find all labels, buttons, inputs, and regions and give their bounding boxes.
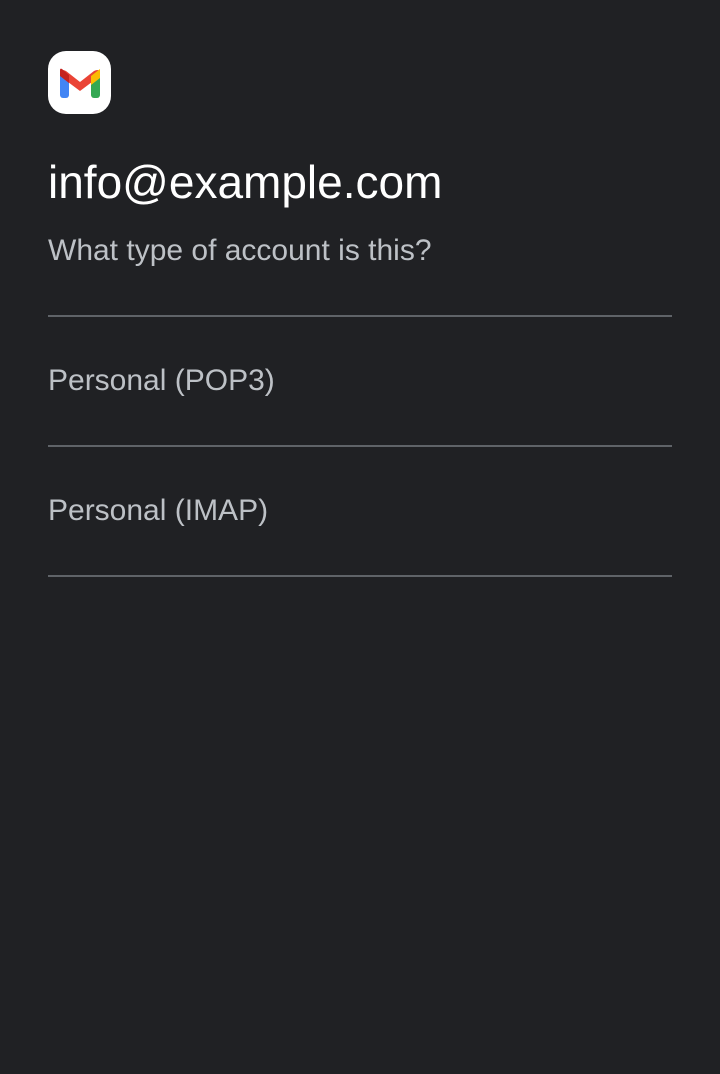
account-type-list: Personal (POP3) Personal (IMAP)	[48, 315, 672, 577]
gmail-logo-icon	[48, 51, 111, 114]
account-type-question: What type of account is this?	[48, 234, 432, 267]
gmail-m-glyph	[59, 68, 100, 98]
divider	[48, 575, 672, 577]
account-setup-screen: info@example.com What type of account is…	[0, 0, 720, 1074]
account-type-option-pop3[interactable]: Personal (POP3)	[48, 317, 672, 445]
account-email: info@example.com	[48, 156, 443, 208]
option-label: Personal (IMAP)	[48, 494, 269, 527]
option-label: Personal (POP3)	[48, 364, 275, 397]
account-type-option-imap[interactable]: Personal (IMAP)	[48, 447, 672, 575]
